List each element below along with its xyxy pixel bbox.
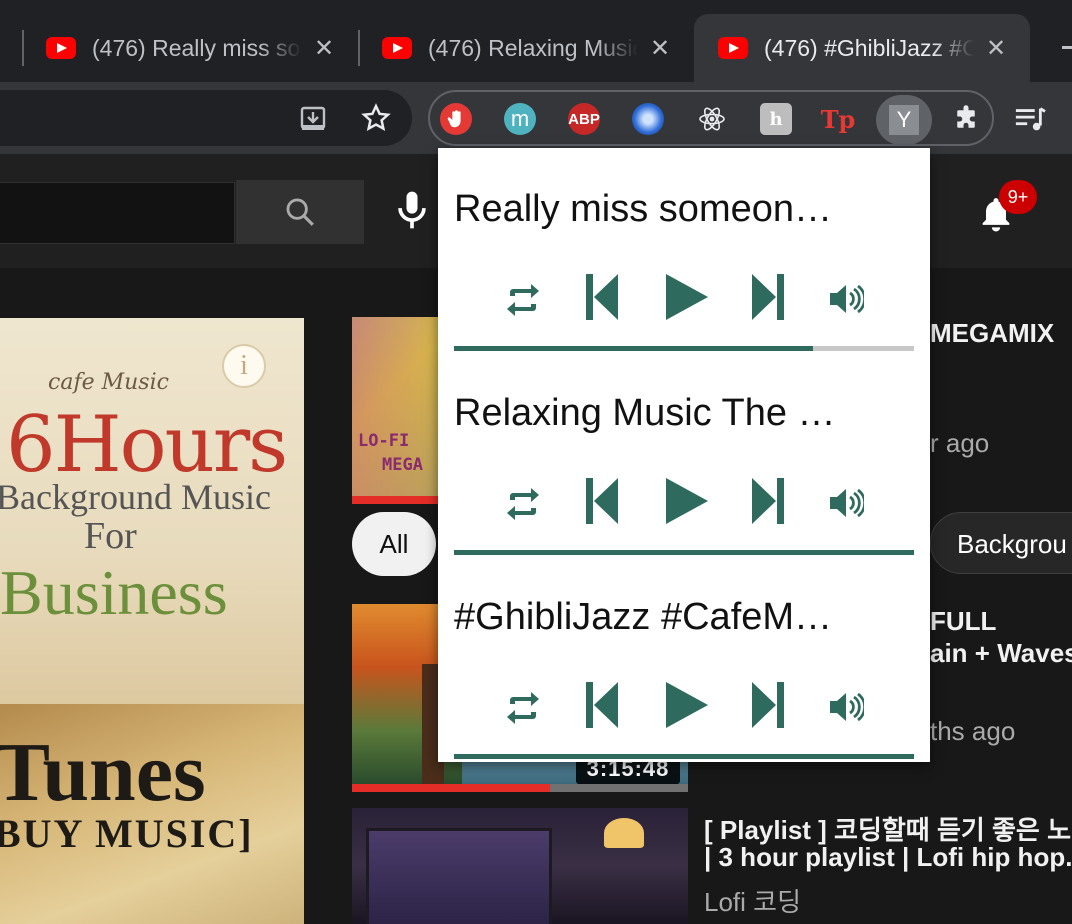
player-card-2: Relaxing Music The … (454, 352, 914, 556)
media-queue-icon[interactable] (1014, 103, 1046, 135)
install-app-icon[interactable] (298, 104, 328, 134)
tab-title: (476) Really miss someone (92, 34, 302, 61)
next-track-icon[interactable] (750, 272, 786, 322)
react-devtools-icon[interactable] (696, 103, 728, 135)
poster-cafe-text: cafe Music (48, 370, 169, 395)
video-title[interactable]: MEGAMIX (930, 318, 1054, 349)
repeat-icon[interactable] (502, 484, 544, 524)
channel-name[interactable]: Lofi 코딩 (704, 882, 801, 919)
chip-background[interactable]: Backgrou (930, 512, 1072, 574)
previous-track-icon[interactable] (584, 476, 620, 526)
browser-tab-strip: (476) Really miss someone ✕ (476) Relaxi… (0, 0, 1072, 82)
notification-count-badge: 9+ (999, 180, 1037, 214)
bookmark-star-icon[interactable] (360, 102, 392, 134)
next-track-icon[interactable] (750, 476, 786, 526)
poster-business-text: Business (0, 557, 228, 628)
play-icon[interactable] (664, 476, 710, 526)
search-button[interactable] (236, 180, 364, 244)
chip-all[interactable]: All (352, 512, 436, 576)
tab-close-icon[interactable]: ✕ (314, 34, 334, 63)
previous-track-icon[interactable] (584, 680, 620, 730)
poster-for-text: For (84, 515, 137, 557)
player-card-1: Really miss someon… (454, 148, 914, 352)
thumbnail-art (366, 828, 552, 924)
tp-extension-icon[interactable]: Tp (821, 103, 856, 135)
youtube-favicon-icon (382, 37, 412, 59)
thumbnail-art (604, 818, 644, 848)
browser-tab-2[interactable]: (476) Relaxing Music The ✕ (382, 14, 670, 82)
video-title-line2[interactable]: ain + Waves (930, 638, 1072, 669)
info-icon[interactable]: i (222, 344, 266, 388)
volume-icon[interactable] (828, 486, 864, 520)
repeat-icon[interactable] (502, 280, 544, 320)
video-thumbnail-3[interactable] (352, 808, 688, 924)
play-icon[interactable] (664, 680, 710, 730)
m-extension-icon[interactable]: m (504, 103, 536, 135)
tab-separator (358, 30, 360, 66)
volume-icon[interactable] (828, 282, 864, 316)
thumbnail-mega-text: MEGA (382, 455, 423, 475)
y-extension-icon: Y (889, 105, 919, 135)
thumbnail-lofi-text: LO-FI (358, 431, 410, 451)
youtube-favicon-icon (718, 37, 748, 59)
tab-title: (476) #GhibliJazz #CafeMusic (764, 34, 974, 61)
search-icon (286, 198, 314, 226)
watch-progress-bar (352, 784, 550, 792)
youtube-controller-extension-button[interactable]: Y (876, 95, 932, 145)
repeat-icon[interactable] (502, 688, 544, 728)
browser-tab-1[interactable]: (476) Really miss someone ✕ (46, 14, 334, 82)
player-controls (454, 476, 914, 536)
browser-tab-3-active[interactable]: (476) #GhibliJazz #CafeMusic ✕ (694, 14, 1030, 82)
adblock-plus-icon[interactable]: ABP (568, 103, 600, 135)
video-meta: ths ago (930, 716, 1016, 746)
browser-toolbar: m ABP 5 h Tp Y (0, 82, 1072, 228)
progress-fill (454, 346, 813, 351)
player-title[interactable]: Really miss someon… (454, 188, 832, 231)
player-controls (454, 680, 914, 740)
player-controls (454, 272, 914, 332)
search-input[interactable] (0, 182, 235, 244)
poster-tunes-text: Tunes (0, 726, 206, 819)
video-title-line2[interactable]: | 3 hour playlist | Lofi hip hop.. (704, 842, 1072, 873)
honey-h-icon[interactable]: h (760, 103, 792, 135)
player-title[interactable]: #GhibliJazz #CafeM… (454, 596, 832, 639)
progress-fill (454, 754, 914, 759)
poster-background-music-text: Background Music (0, 477, 271, 517)
player-card-3: #GhibliJazz #CafeM… (454, 556, 914, 760)
video-title-line1[interactable]: FULL (930, 606, 996, 637)
tab-close-icon[interactable]: ✕ (650, 34, 670, 63)
swirl-extension-icon[interactable] (632, 103, 664, 135)
poster-buy-music-text: BUY MUSIC] (0, 811, 254, 856)
extensions-puzzle-icon[interactable] (950, 103, 982, 135)
address-bar[interactable] (0, 90, 412, 146)
tab-close-icon[interactable]: ✕ (986, 34, 1006, 63)
watch-progress-bar (352, 496, 440, 504)
featured-video-poster[interactable]: cafe Music 6Hours Background Music For B… (0, 318, 304, 924)
previous-track-icon[interactable] (584, 272, 620, 322)
volume-icon[interactable] (828, 690, 864, 724)
video-meta: r ago (930, 428, 990, 458)
youtube-favicon-icon (46, 37, 76, 59)
tab-title: (476) Relaxing Music The (428, 34, 638, 61)
new-tab-button[interactable] (1062, 46, 1072, 49)
video-thumbnail-1[interactable]: LO-FI MEGA (352, 317, 440, 503)
player-title[interactable]: Relaxing Music The … (454, 392, 836, 435)
progress-fill (454, 550, 914, 555)
thumbnail-art (352, 317, 440, 503)
tab-controller-popup: Really miss someon… Relaxing Music The … (438, 148, 930, 762)
adblock-hand-icon[interactable] (440, 103, 472, 135)
tab-separator (22, 30, 24, 66)
play-icon[interactable] (664, 272, 710, 322)
voice-search-mic-icon[interactable] (390, 188, 434, 237)
next-track-icon[interactable] (750, 680, 786, 730)
